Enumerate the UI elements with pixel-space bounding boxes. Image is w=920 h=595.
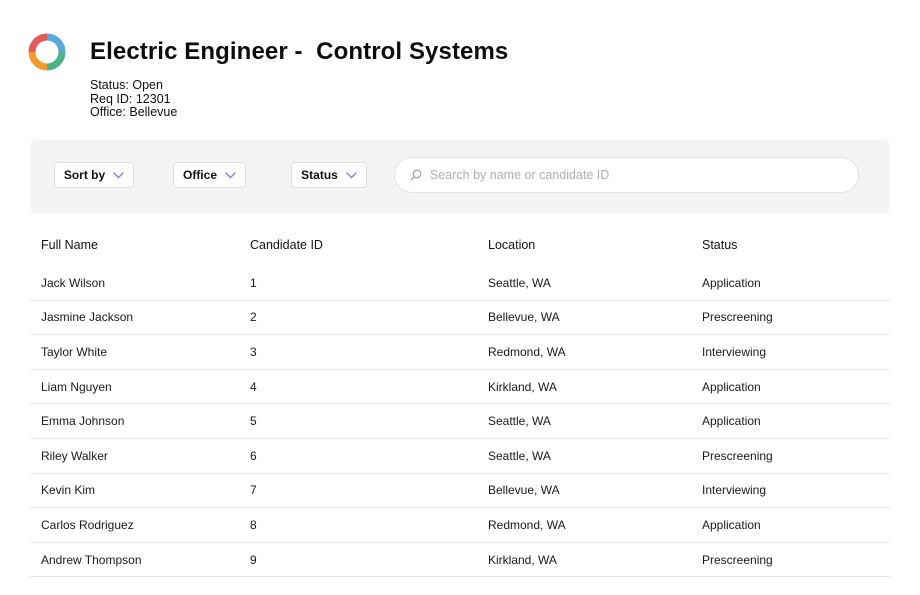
column-header-full-name[interactable]: Full Name <box>30 238 250 252</box>
candidate-status: Application <box>702 517 761 532</box>
candidate-status: Prescreening <box>702 448 773 463</box>
candidates-table: Full Name Candidate ID Location Status J… <box>30 227 890 578</box>
table-row[interactable]: Kevin Kim 7 Bellevue, WA Interviewing <box>30 474 890 509</box>
table-row[interactable]: Andrew Thompson 9 Kirkland, WA Prescreen… <box>30 543 890 578</box>
candidate-name: Jack Wilson <box>41 275 106 290</box>
column-header-location[interactable]: Location <box>488 238 702 252</box>
candidate-name: Riley Walker <box>41 448 108 463</box>
sort-by-dropdown[interactable]: Sort by <box>54 162 134 188</box>
table-header: Full Name Candidate ID Location Status <box>30 227 890 263</box>
candidate-id: 4 <box>250 379 257 394</box>
candidate-location: Redmond, WA <box>488 517 566 532</box>
status-label: Status <box>301 168 338 182</box>
candidate-id: 6 <box>250 448 257 463</box>
candidate-status: Application <box>702 379 761 394</box>
office-label: Office <box>182 168 217 182</box>
candidate-location: Kirkland, WA <box>488 379 557 394</box>
status-dropdown[interactable]: Status <box>291 162 367 188</box>
candidate-name: Jasmine Jackson <box>41 310 134 325</box>
chevron-down-icon <box>225 171 236 178</box>
table-row[interactable]: Taylor White 3 Redmond, WA Interviewing <box>30 335 890 370</box>
candidate-id: 9 <box>250 552 257 567</box>
candidate-name: Taylor White <box>41 344 108 359</box>
table-row[interactable]: Carlos Rodriguez 8 Redmond, WA Applicati… <box>30 508 890 543</box>
candidate-status: Interviewing <box>702 344 767 359</box>
candidate-location: Bellevue, WA <box>488 483 560 498</box>
company-logo <box>28 33 66 71</box>
status-line: Status: Open <box>90 78 163 92</box>
candidate-id: 2 <box>250 310 257 325</box>
requisition-meta: Status: Open Req ID: 12301 Office: Belle… <box>90 78 178 120</box>
table-row[interactable]: Emma Johnson 5 Seattle, WA Application <box>30 404 890 439</box>
candidate-location: Redmond, WA <box>488 344 566 359</box>
filter-bar: Sort by Office Status <box>30 140 890 213</box>
req-id-line: Req ID: 12301 <box>90 91 171 106</box>
candidate-name: Emma Johnson <box>41 414 125 429</box>
office-line: Office: Bellevue <box>90 105 178 119</box>
candidate-id: 3 <box>250 344 257 359</box>
sort-by-label: Sort by <box>63 168 106 182</box>
table-row[interactable]: Jasmine Jackson 2 Bellevue, WA Prescreen… <box>30 301 890 336</box>
chevron-down-icon <box>346 171 357 178</box>
candidate-name: Kevin Kim <box>41 483 96 498</box>
column-header-candidate-id[interactable]: Candidate ID <box>250 238 488 252</box>
page-title: Electric Engineer - Control Systems <box>90 38 509 65</box>
candidate-status: Prescreening <box>702 310 773 325</box>
table-row[interactable]: Riley Walker 6 Seattle, WA Prescreening <box>30 439 890 474</box>
search-icon <box>410 169 422 181</box>
candidate-status: Prescreening <box>702 552 773 567</box>
search-box[interactable] <box>394 157 859 193</box>
candidate-location: Bellevue, WA <box>488 310 560 325</box>
search-input[interactable] <box>430 168 830 182</box>
candidate-status: Application <box>702 414 761 429</box>
office-dropdown[interactable]: Office <box>173 162 246 188</box>
chevron-down-icon <box>113 171 124 178</box>
candidate-location: Seattle, WA <box>488 448 551 463</box>
candidate-status: Interviewing <box>702 483 767 498</box>
candidate-id: 8 <box>250 517 257 532</box>
candidate-id: 7 <box>250 483 257 498</box>
column-header-status[interactable]: Status <box>702 238 890 252</box>
table-row[interactable]: Jack Wilson 1 Seattle, WA Application <box>30 266 890 301</box>
candidate-name: Carlos Rodriguez <box>41 517 134 532</box>
candidate-status: Application <box>702 275 761 290</box>
candidate-id: 1 <box>250 275 257 290</box>
candidate-location: Kirkland, WA <box>488 552 557 567</box>
candidate-location: Seattle, WA <box>488 414 551 429</box>
candidate-name: Liam Nguyen <box>41 379 112 394</box>
table-row[interactable]: Liam Nguyen 4 Kirkland, WA Application <box>30 370 890 405</box>
candidate-location: Seattle, WA <box>488 275 551 290</box>
candidate-name: Andrew Thompson <box>41 552 142 567</box>
candidate-id: 5 <box>250 414 257 429</box>
